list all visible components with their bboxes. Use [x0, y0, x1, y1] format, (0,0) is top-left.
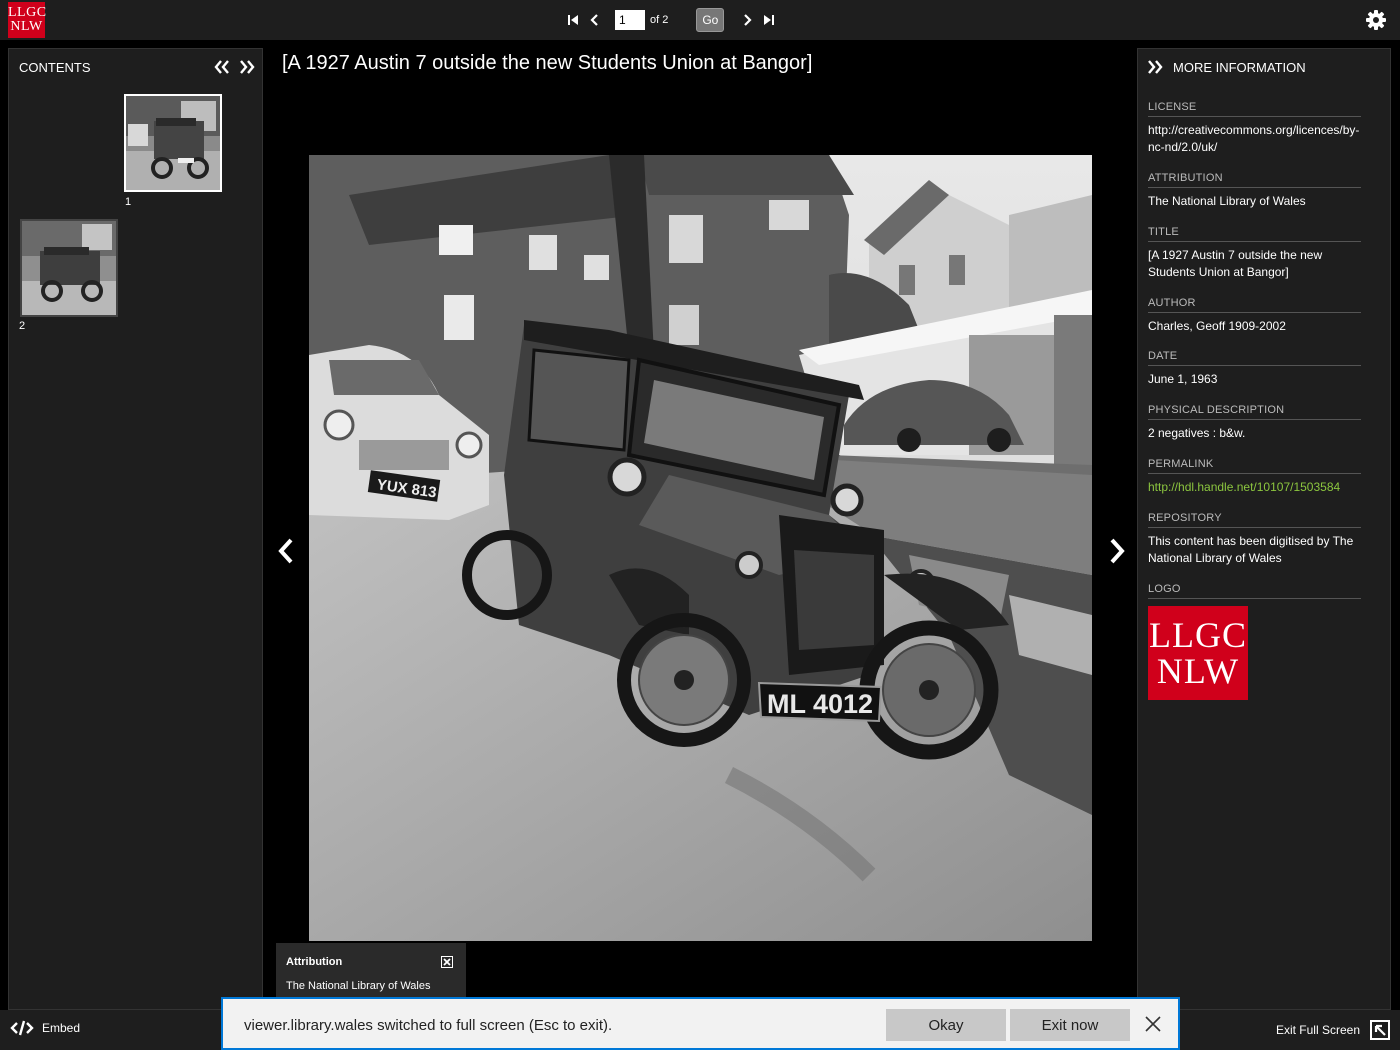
permalink-link[interactable]: http://hdl.handle.net/10107/1503584: [1148, 479, 1361, 496]
attribution-label: ATTRIBUTION: [1148, 172, 1361, 188]
license-label: LICENSE: [1148, 101, 1361, 117]
repository-field: REPOSITORY This content has been digitis…: [1148, 512, 1361, 567]
physical-description-label: PHYSICAL DESCRIPTION: [1148, 404, 1361, 420]
physical-description-value: 2 negatives : b&w.: [1148, 426, 1246, 440]
author-value: Charles, Geoff 1909-2002: [1148, 319, 1286, 333]
thumbnail-1[interactable]: [124, 94, 222, 192]
collapse-right-panel-icon[interactable]: [1146, 60, 1164, 74]
close-icon[interactable]: [1144, 1015, 1162, 1033]
logo-line-1: LLGC: [8, 5, 47, 20]
title-field: TITLE [A 1927 Austin 7 outside the new S…: [1148, 226, 1361, 281]
permalink-label: PERMALINK: [1148, 458, 1361, 474]
exit-now-button[interactable]: Exit now: [1010, 1009, 1130, 1041]
gear-icon[interactable]: [1366, 10, 1386, 30]
date-field: DATE June 1, 1963: [1148, 350, 1361, 388]
thumbnail-label: 1: [125, 196, 132, 208]
main-image[interactable]: YUX 813 ML 4012: [309, 155, 1092, 941]
author-label: AUTHOR: [1148, 297, 1361, 313]
attribution-field: ATTRIBUTION The National Library of Wale…: [1148, 172, 1361, 210]
license-value: http://creativecommons.org/licences/by-n…: [1148, 123, 1360, 154]
title-label: TITLE: [1148, 226, 1361, 242]
code-icon: [10, 1020, 34, 1036]
attribution-popup: Attribution The National Library of Wale…: [276, 943, 466, 998]
okay-button[interactable]: Okay: [886, 1009, 1006, 1041]
date-label: DATE: [1148, 350, 1361, 366]
page-number-input[interactable]: [615, 10, 645, 30]
expand-panel-icon[interactable]: [238, 59, 256, 75]
next-page-icon[interactable]: [736, 9, 758, 31]
large-logo-line-1: LLGC: [1149, 615, 1247, 655]
logo-field: LOGO LLGC NLW: [1148, 583, 1361, 700]
attribution-popup-title: Attribution: [286, 956, 343, 968]
llgc-nlw-logo[interactable]: LLGC NLW: [8, 2, 47, 38]
go-button[interactable]: Go: [696, 8, 725, 32]
llgc-nlw-large-logo: LLGC NLW: [1148, 606, 1248, 700]
embed-label: Embed: [42, 1021, 81, 1035]
next-image-arrow[interactable]: [1107, 536, 1127, 566]
exit-full-screen-label: Exit Full Screen: [1275, 1023, 1360, 1037]
large-logo-line-2: NLW: [1156, 651, 1240, 691]
previous-image-arrow[interactable]: [276, 536, 296, 566]
exit-full-screen-icon: [1370, 1020, 1390, 1040]
embed-button[interactable]: Embed: [10, 1020, 80, 1036]
fullscreen-notification: viewer.library.wales switched to full sc…: [221, 997, 1180, 1050]
previous-page-icon[interactable]: [584, 9, 606, 31]
pager: of 2 Go: [562, 6, 780, 34]
contents-title: CONTENTS: [19, 60, 91, 75]
attribution-popup-text: The National Library of Wales: [286, 980, 431, 992]
first-page-icon[interactable]: [562, 9, 584, 31]
collapse-panel-icon[interactable]: [213, 59, 231, 75]
top-toolbar: LLGC NLW of 2 Go: [0, 0, 1400, 40]
main-car-plate: ML 4012: [767, 689, 873, 719]
thumbnail-label: 2: [19, 320, 26, 332]
permalink-field: PERMALINK http://hdl.handle.net/10107/15…: [1148, 458, 1361, 496]
physical-description-field: PHYSICAL DESCRIPTION 2 negatives : b&w.: [1148, 404, 1361, 442]
logo-label: LOGO: [1148, 583, 1361, 599]
close-icon[interactable]: [440, 955, 454, 969]
logo-line-2: NLW: [10, 19, 43, 34]
attribution-value: The National Library of Wales: [1148, 194, 1306, 208]
fullscreen-message: viewer.library.wales switched to full sc…: [244, 1017, 613, 1034]
repository-label: REPOSITORY: [1148, 512, 1361, 528]
license-field: LICENSE http://creativecommons.org/licen…: [1148, 101, 1361, 156]
thumbnail-2[interactable]: [20, 219, 118, 317]
title-value: [A 1927 Austin 7 outside the new Student…: [1148, 248, 1323, 279]
more-information-title: MORE INFORMATION: [1173, 60, 1306, 75]
contents-panel: CONTENTS 1 2: [8, 48, 263, 1010]
date-value: June 1, 1963: [1148, 372, 1218, 386]
page-title: [A 1927 Austin 7 outside the new Student…: [282, 52, 813, 74]
author-field: AUTHOR Charles, Geoff 1909-2002: [1148, 297, 1361, 335]
page-total-label: of 2: [650, 14, 669, 26]
exit-full-screen-button[interactable]: Exit Full Screen: [1276, 1020, 1390, 1040]
last-page-icon[interactable]: [758, 9, 780, 31]
more-information-panel: MORE INFORMATION LICENSE http://creative…: [1137, 48, 1391, 1010]
repository-value: This content has been digitised by The N…: [1148, 534, 1354, 565]
